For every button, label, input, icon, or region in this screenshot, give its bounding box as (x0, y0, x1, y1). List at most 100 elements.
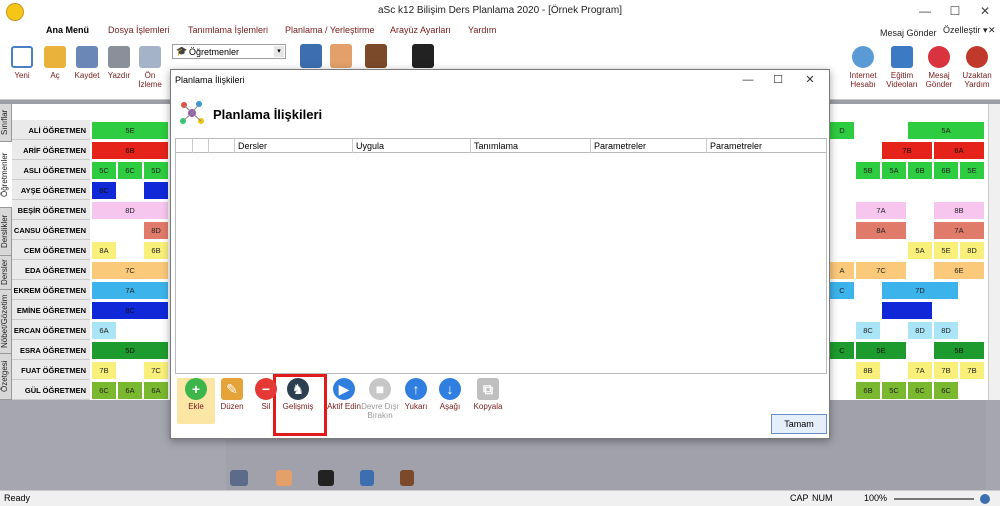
vertical-scrollbar[interactable] (988, 104, 1000, 400)
menu-yardim[interactable]: Yardım (468, 25, 496, 35)
aktif-edin-button[interactable]: ▶ Aktif Edin (325, 378, 363, 411)
preview-button[interactable]: Ön İzleme (136, 46, 164, 89)
lesson-card[interactable]: 5D (92, 342, 168, 359)
school-icon[interactable] (230, 470, 248, 486)
lesson-card[interactable]: 6C (934, 382, 958, 399)
lesson-card[interactable]: 5A (908, 242, 932, 259)
tab-ogretmenler[interactable]: Öğretmenler (0, 142, 12, 208)
lesson-card[interactable]: 6B (934, 162, 958, 179)
menu-ana-menu[interactable]: Ana Menü (46, 25, 89, 35)
lesson-card[interactable]: 6E (934, 262, 984, 279)
dialog-close-button[interactable]: ✕ (795, 72, 825, 88)
close-button[interactable]: ✕ (970, 2, 1000, 20)
aşağı-button[interactable]: ↓ Aşağı (431, 378, 469, 411)
lesson-card[interactable]: 8A (92, 242, 116, 259)
teacher-name[interactable]: EDA ÖĞRETMEN (12, 260, 90, 280)
menu-planlama[interactable]: Planlama / Yerleştirme (285, 25, 375, 35)
lesson-card[interactable]: 7C (856, 262, 906, 279)
devre-dışı-bırakın-button[interactable]: ■ Devre Dışı Bırakın (361, 378, 399, 420)
col-dersler[interactable]: Dersler (238, 141, 267, 151)
lesson-card[interactable]: 5D (144, 162, 168, 179)
teacher-name[interactable]: FUAT ÖĞRETMEN (12, 360, 90, 380)
tab-nobet[interactable]: Nöbet/Gözetim (0, 290, 12, 354)
relations-table[interactable]: Dersler Uygula Tanımlama Parametreler Pa… (175, 138, 827, 374)
lesson-card[interactable]: 7B (882, 142, 932, 159)
lesson-card[interactable]: 8C (92, 302, 168, 319)
teacher-name[interactable]: GÜL ÖĞRETMEN (12, 380, 90, 400)
teacher-name[interactable]: ALİ ÖĞRETMEN (12, 120, 90, 140)
teacher-name[interactable]: CANSU ÖĞRETMEN (12, 220, 90, 240)
lesson-card[interactable]: 8D (908, 322, 932, 339)
lesson-card[interactable]: 7B (92, 362, 116, 379)
lesson-card[interactable]: 8D (92, 202, 168, 219)
maximize-button[interactable]: ☐ (940, 2, 970, 20)
dialog-maximize-button[interactable]: ☐ (763, 72, 793, 88)
lesson-card[interactable]: 8A (856, 222, 906, 239)
teacher-icon[interactable] (330, 44, 352, 68)
cap-icon[interactable] (412, 44, 434, 68)
send-message-button[interactable]: Mesaj Gönder (922, 46, 956, 89)
chevron-down-icon[interactable]: ▾ (274, 46, 284, 57)
teacher-name[interactable]: ASLI ÖĞRETMEN (12, 160, 90, 180)
teacher-name[interactable]: EKREM ÖĞRETMEN (12, 280, 90, 300)
lesson-card[interactable]: 8D (934, 322, 958, 339)
lesson-card[interactable]: 6B (908, 162, 932, 179)
lesson-card[interactable] (144, 182, 168, 199)
lesson-card[interactable]: 7A (908, 362, 932, 379)
internet-account-button[interactable]: Internet Hesabı (845, 46, 881, 89)
lesson-card[interactable]: 5A (908, 122, 984, 139)
teacher-icon[interactable] (276, 470, 292, 486)
lesson-card[interactable]: 5E (934, 242, 958, 259)
lesson-card[interactable]: D (830, 122, 854, 139)
lesson-card[interactable]: 6A (144, 382, 168, 399)
zoom-slider[interactable] (894, 498, 974, 500)
kopyala-button[interactable]: ⧉ Kopyala (469, 378, 507, 411)
lesson-card[interactable]: 6A (934, 142, 984, 159)
book-icon[interactable] (360, 470, 374, 486)
lesson-card[interactable]: C (830, 282, 854, 299)
lesson-card[interactable]: 7A (934, 222, 984, 239)
teacher-name[interactable]: ESRA ÖĞRETMEN (12, 340, 90, 360)
lesson-card[interactable]: 6A (92, 322, 116, 339)
tab-ozetgesi[interactable]: Özetgesi (0, 354, 12, 400)
lesson-card[interactable]: 6B (144, 242, 168, 259)
view-combo[interactable]: 🎓 Öğretmenler ▾ (172, 44, 286, 59)
print-button[interactable]: Yazdır (104, 46, 134, 80)
ekle-button[interactable]: + Ekle (177, 378, 215, 424)
lesson-card[interactable]: 5A (882, 162, 906, 179)
lesson-card[interactable]: 7A (856, 202, 906, 219)
lesson-card[interactable]: 7A (92, 282, 168, 299)
lesson-card[interactable]: 8C (856, 322, 880, 339)
new-button[interactable]: Yeni (10, 46, 34, 80)
col-parametreler-2[interactable]: Parametreler (710, 141, 762, 151)
col-parametreler-1[interactable]: Parametreler (594, 141, 646, 151)
lesson-card[interactable]: 8D (144, 222, 168, 239)
tab-derslikler[interactable]: Derslikler (0, 208, 12, 256)
send-message-link[interactable]: Mesaj Gönder (880, 28, 937, 38)
lesson-card[interactable]: 8B (934, 202, 984, 219)
dialog-minimize-button[interactable]: — (733, 72, 763, 88)
ok-button[interactable]: Tamam (771, 414, 827, 434)
teacher-name[interactable]: ERCAN ÖĞRETMEN (12, 320, 90, 340)
door-icon[interactable] (365, 44, 387, 68)
düzen-button[interactable]: ✎ Düzen (213, 378, 251, 411)
tab-siniflar[interactable]: Sınıflar (0, 104, 12, 142)
lesson-card[interactable]: 5C (882, 382, 906, 399)
tab-dersler[interactable]: Dersler (0, 256, 12, 290)
lesson-card[interactable]: 6C (908, 382, 932, 399)
lesson-card[interactable]: 8C (92, 182, 116, 199)
zoom-in-icon[interactable] (980, 494, 990, 504)
lesson-card[interactable]: 8B (856, 362, 880, 379)
menu-arayuz[interactable]: Arayüz Ayarları (390, 25, 451, 35)
training-videos-button[interactable]: Eğitim Videoları (884, 46, 920, 89)
lesson-card[interactable]: A (830, 262, 854, 279)
teacher-name[interactable]: EMİNE ÖĞRETMEN (12, 300, 90, 320)
class-icon[interactable] (300, 44, 322, 68)
lesson-card[interactable]: 7C (144, 362, 168, 379)
lesson-card[interactable]: 5B (934, 342, 984, 359)
lesson-card[interactable]: 7B (960, 362, 984, 379)
lesson-card[interactable]: 5E (856, 342, 906, 359)
lesson-card[interactable]: 6C (92, 382, 116, 399)
gelişmiş-button[interactable]: ♞ Gelişmiş (279, 378, 317, 411)
teacher-name[interactable]: BEŞİR ÖĞRETMEN (12, 200, 90, 220)
